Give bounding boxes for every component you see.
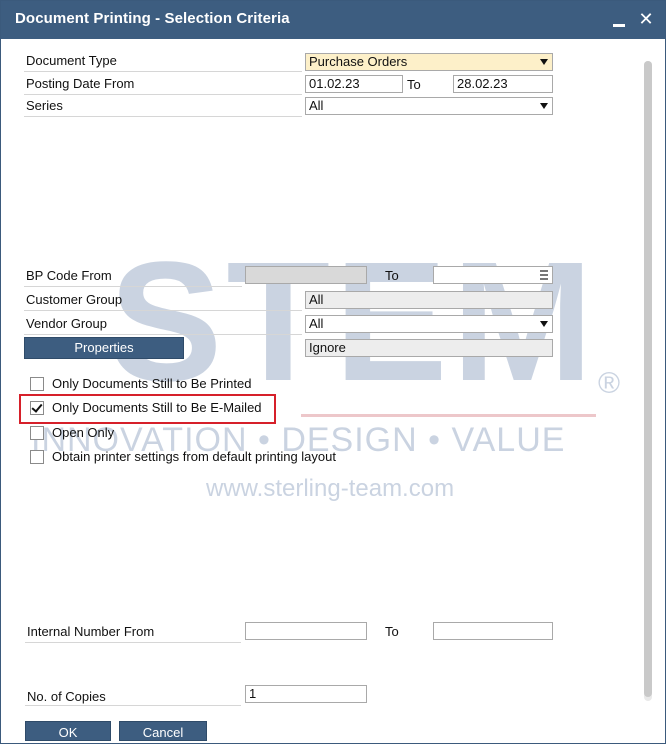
- vertical-scrollbar[interactable]: [644, 61, 652, 701]
- checkbox-only-printed[interactable]: [30, 377, 44, 391]
- row-divider: [25, 705, 241, 706]
- vendor-group-value: All: [309, 316, 324, 331]
- posting-date-to-label: To: [407, 77, 421, 92]
- document-type-label: Document Type: [26, 53, 117, 68]
- option-only-printed[interactable]: Only Documents Still to Be Printed: [30, 375, 290, 395]
- bp-code-from-input[interactable]: [245, 266, 367, 284]
- document-type-dropdown[interactable]: Purchase Orders: [305, 53, 553, 71]
- option-open-only[interactable]: Open Only: [30, 424, 290, 444]
- close-button[interactable]: ✕: [635, 7, 657, 31]
- document-printing-window: Document Printing - Selection Criteria ✕…: [0, 0, 666, 744]
- cancel-button[interactable]: Cancel: [119, 721, 207, 741]
- posting-date-to-input[interactable]: 28.02.23: [453, 75, 553, 93]
- series-value: All: [309, 98, 324, 113]
- row-divider: [25, 642, 241, 643]
- watermark-registered-mark: ®: [598, 367, 621, 400]
- option-label: Obtain printer settings from default pri…: [52, 449, 336, 464]
- row-divider: [24, 310, 302, 311]
- bp-code-label: BP Code From: [26, 268, 112, 283]
- series-dropdown[interactable]: All: [305, 97, 553, 115]
- copies-input[interactable]: 1: [245, 685, 367, 703]
- watermark-stripe: [301, 414, 596, 417]
- internal-number-to-input[interactable]: [433, 622, 553, 640]
- row-divider: [24, 286, 242, 287]
- vendor-group-label: Vendor Group: [26, 316, 107, 331]
- option-label: Only Documents Still to Be Printed: [52, 376, 252, 391]
- row-divider: [24, 116, 302, 117]
- row-divider: [24, 71, 302, 72]
- row-divider: [24, 334, 302, 335]
- series-label: Series: [26, 98, 63, 113]
- bp-code-to-input[interactable]: [433, 266, 553, 284]
- chevron-down-icon: [540, 103, 548, 109]
- checkbox-open-only[interactable]: [30, 426, 44, 440]
- internal-number-label: Internal Number From: [27, 624, 155, 639]
- checkbox-obtain-printer-settings[interactable]: [30, 450, 44, 464]
- posting-date-label: Posting Date From: [26, 76, 135, 91]
- document-type-value: Purchase Orders: [309, 54, 408, 69]
- row-divider: [24, 94, 302, 95]
- choose-from-list-icon[interactable]: [540, 270, 548, 280]
- window-title: Document Printing - Selection Criteria: [15, 10, 290, 27]
- option-label: Open Only: [52, 425, 115, 440]
- vendor-group-dropdown[interactable]: All: [305, 315, 553, 333]
- highlight-box: [19, 394, 276, 424]
- minimize-button[interactable]: [608, 7, 630, 31]
- properties-button[interactable]: Properties: [24, 337, 184, 359]
- properties-field[interactable]: Ignore: [305, 339, 553, 357]
- ok-button[interactable]: OK: [25, 721, 111, 741]
- watermark-url: www.sterling-team.com: [206, 475, 455, 502]
- scrollbar-thumb[interactable]: [644, 61, 652, 697]
- internal-number-to-label: To: [385, 624, 399, 639]
- option-obtain-printer-settings[interactable]: Obtain printer settings from default pri…: [30, 448, 370, 468]
- bp-code-to-label: To: [385, 268, 399, 283]
- title-bar: Document Printing - Selection Criteria ✕: [1, 1, 665, 39]
- customer-group-field[interactable]: All: [305, 291, 553, 309]
- posting-date-from-input[interactable]: 01.02.23: [305, 75, 403, 93]
- chevron-down-icon: [540, 59, 548, 65]
- customer-group-label: Customer Group: [26, 292, 123, 307]
- copies-label: No. of Copies: [27, 689, 106, 704]
- chevron-down-icon: [540, 321, 548, 327]
- internal-number-from-input[interactable]: [245, 622, 367, 640]
